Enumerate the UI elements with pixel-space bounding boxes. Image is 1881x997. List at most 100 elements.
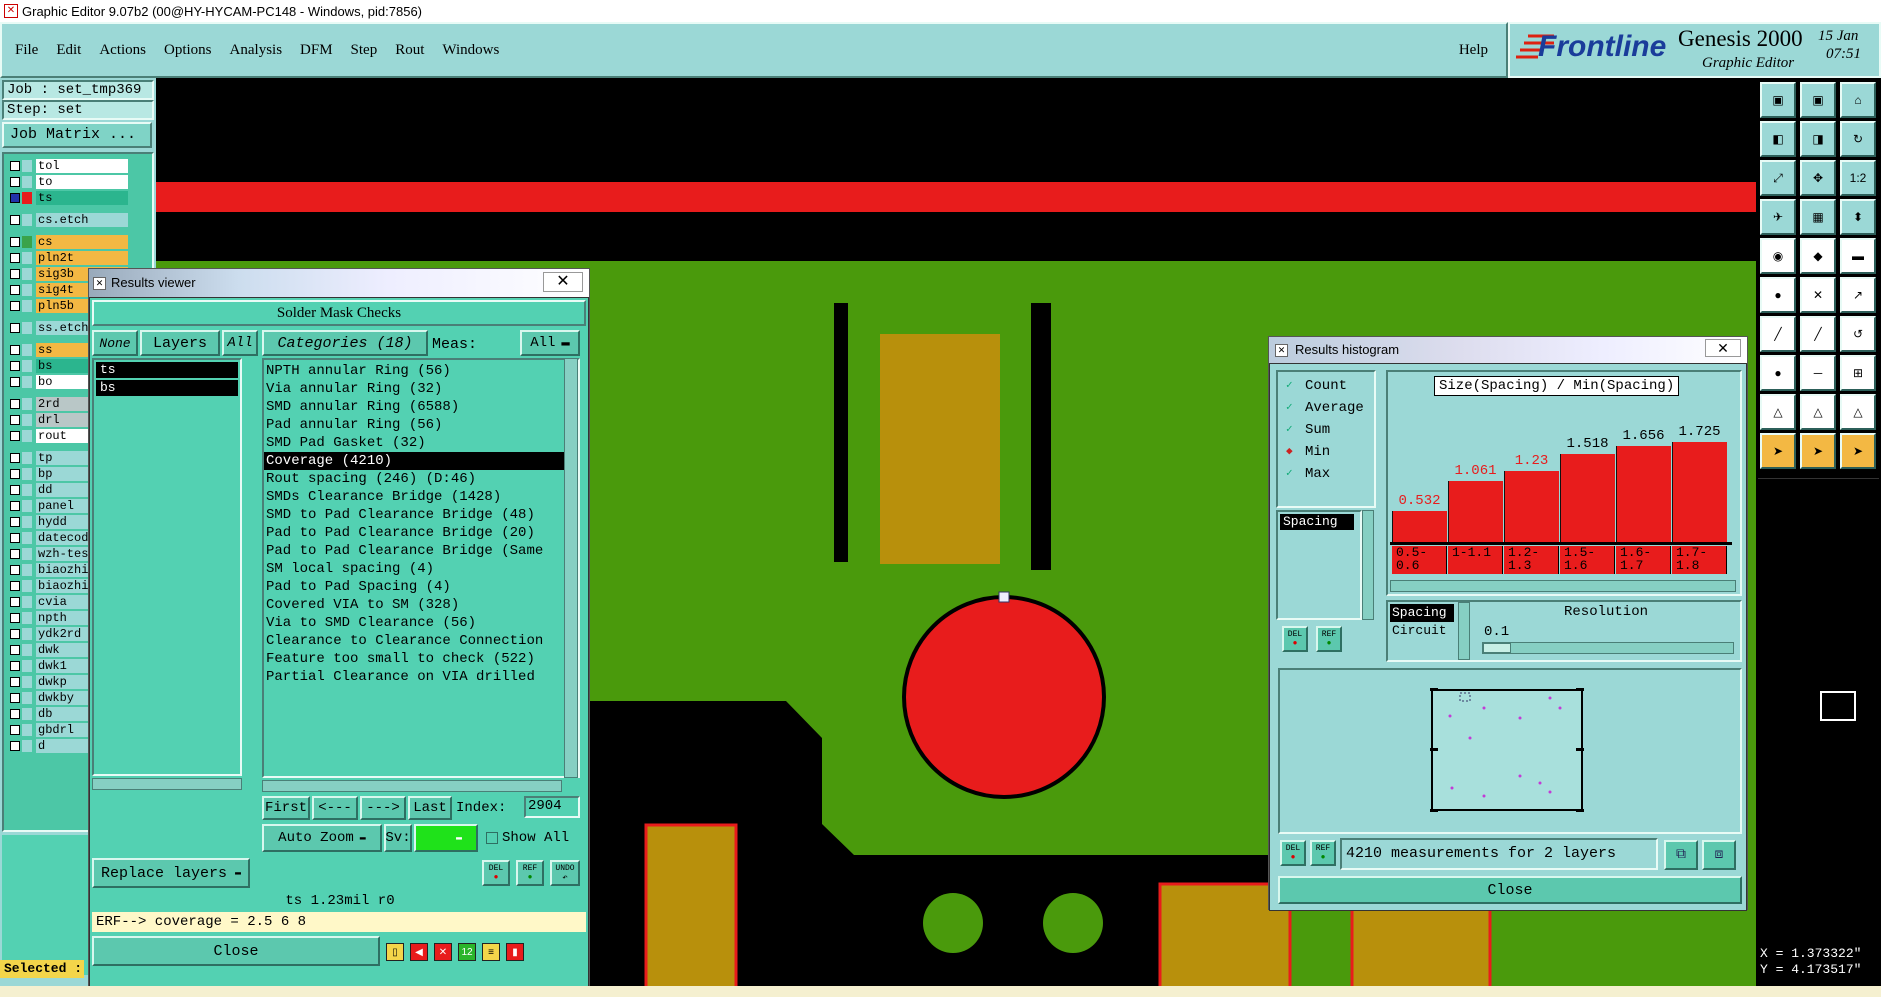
category-item[interactable]: Coverage (4210) bbox=[264, 452, 578, 470]
layer-checkbox[interactable] bbox=[10, 160, 20, 171]
menu-analysis[interactable]: Analysis bbox=[230, 42, 283, 59]
del-button[interactable]: DEL ● bbox=[482, 860, 510, 886]
histogram-bar[interactable] bbox=[1560, 454, 1615, 542]
layer-checkbox[interactable] bbox=[10, 644, 20, 655]
draw-icon[interactable]: ◆ bbox=[1800, 238, 1836, 274]
layer-checkbox[interactable] bbox=[10, 236, 20, 247]
category-item[interactable]: Pad to Pad Clearance Bridge (Same bbox=[264, 542, 578, 560]
cross-icon[interactable]: ✕ bbox=[434, 943, 452, 961]
layer-color-swatch[interactable] bbox=[22, 659, 32, 672]
layer-checkbox[interactable] bbox=[10, 628, 20, 639]
layers-button[interactable]: Layers bbox=[140, 330, 220, 356]
layer-checkbox[interactable] bbox=[10, 284, 20, 295]
auto-zoom-dropdown[interactable]: Auto Zoom ▬ bbox=[262, 824, 382, 852]
select-icon[interactable]: ➤ bbox=[1760, 433, 1796, 469]
preview-del-button[interactable]: DEL ● bbox=[1280, 840, 1306, 866]
category-item[interactable]: Rout spacing (246) (D:46) bbox=[264, 470, 578, 488]
stat-option-count[interactable]: ✓ Count bbox=[1286, 378, 1347, 394]
result-layer-bs[interactable]: bs bbox=[96, 380, 238, 396]
report-icon[interactable]: ≡ bbox=[482, 943, 500, 961]
histogram-icon[interactable]: ▮ bbox=[506, 943, 524, 961]
none-button[interactable]: None bbox=[92, 330, 138, 356]
category-item[interactable]: SMD annular Ring (6588) bbox=[264, 398, 578, 416]
window-titlebar[interactable]: ✕ Graphic Editor 9.07b2 (00@HY-HYCAM-PC1… bbox=[0, 0, 1881, 22]
layer-color-swatch[interactable] bbox=[22, 299, 32, 312]
category-item[interactable]: SMDs Clearance Bridge (1428) bbox=[264, 488, 578, 506]
close-icon[interactable]: ✕ bbox=[1705, 339, 1741, 357]
histogram-close-button[interactable]: Close bbox=[1278, 876, 1742, 904]
layer-color-swatch[interactable] bbox=[22, 429, 32, 442]
hist-del-button[interactable]: DEL ● bbox=[1282, 626, 1308, 652]
camera-icon[interactable]: ◉ bbox=[1760, 238, 1796, 274]
screen-icon[interactable]: ▯ bbox=[386, 943, 404, 961]
layer-checkbox[interactable] bbox=[10, 192, 20, 203]
layer-color-swatch[interactable] bbox=[22, 343, 32, 356]
slider-thumb[interactable] bbox=[1483, 643, 1511, 653]
measure-icon[interactable]: ⬍ bbox=[1840, 199, 1876, 235]
first-button[interactable]: First bbox=[262, 796, 310, 820]
layer-color-swatch[interactable] bbox=[22, 321, 32, 334]
histogram-bar[interactable] bbox=[1616, 446, 1671, 542]
layer-checkbox[interactable] bbox=[10, 548, 20, 559]
layer-checkbox[interactable] bbox=[10, 268, 20, 279]
layer-row-pln2t[interactable]: pln2t bbox=[10, 250, 128, 265]
undo-button[interactable]: UNDO ↶ bbox=[550, 860, 580, 886]
layer-color-swatch[interactable] bbox=[22, 451, 32, 464]
chart-hscroll[interactable] bbox=[1390, 580, 1736, 592]
slash-icon[interactable]: ╱ bbox=[1800, 316, 1836, 352]
menu-step[interactable]: Step bbox=[351, 42, 378, 59]
layer-color-swatch[interactable] bbox=[22, 159, 32, 172]
layer-checkbox[interactable] bbox=[10, 516, 20, 527]
delete-icon[interactable]: ◀ bbox=[410, 943, 428, 961]
menu-options[interactable]: Options bbox=[164, 42, 212, 59]
all-layers-button[interactable]: All bbox=[222, 330, 258, 356]
param-scrollbar[interactable] bbox=[1362, 510, 1374, 620]
layer-color-swatch[interactable] bbox=[22, 175, 32, 188]
layer-checkbox[interactable] bbox=[10, 580, 20, 591]
grid-icon[interactable]: ▦ bbox=[1800, 199, 1836, 235]
node-icon[interactable]: ● bbox=[1760, 277, 1796, 313]
next-button[interactable]: ---> bbox=[360, 796, 406, 820]
home-icon[interactable]: ▣ bbox=[1800, 82, 1836, 118]
layer-color-swatch[interactable] bbox=[22, 375, 32, 388]
param-spacing[interactable]: Spacing bbox=[1280, 514, 1354, 530]
menu-actions[interactable]: Actions bbox=[99, 42, 146, 59]
layer-row-ts[interactable]: ts bbox=[10, 190, 128, 205]
layer-checkbox[interactable] bbox=[10, 596, 20, 607]
category-item[interactable]: Feature too small to check (522) bbox=[264, 650, 578, 668]
menu-help[interactable]: Help bbox=[1459, 42, 1488, 59]
stat-option-sum[interactable]: ✓ Sum bbox=[1286, 422, 1330, 438]
stat-option-max[interactable]: ✓ Max bbox=[1286, 466, 1330, 482]
index-input[interactable]: 2904 bbox=[524, 796, 580, 818]
fit-icon[interactable]: ⧈ bbox=[1702, 840, 1736, 870]
results-viewer-titlebar[interactable]: ✕ Results viewer ✕ bbox=[89, 269, 589, 297]
triangle-outline-icon[interactable]: △ bbox=[1800, 394, 1836, 430]
layer-checkbox[interactable] bbox=[10, 692, 20, 703]
layer-row-tol[interactable]: tol bbox=[10, 158, 128, 173]
layer-checkbox[interactable] bbox=[10, 468, 20, 479]
layer-checkbox[interactable] bbox=[10, 564, 20, 575]
layer-color-swatch[interactable] bbox=[22, 611, 32, 624]
layer-checkbox[interactable] bbox=[10, 322, 20, 333]
category-item[interactable]: Pad annular Ring (56) bbox=[264, 416, 578, 434]
layer-color-swatch[interactable] bbox=[22, 515, 32, 528]
layer-checkbox[interactable] bbox=[10, 484, 20, 495]
preview-ref-button[interactable]: REF ● bbox=[1310, 840, 1336, 866]
layer-color-swatch[interactable] bbox=[22, 213, 32, 226]
category-item[interactable]: SMD Pad Gasket (32) bbox=[264, 434, 578, 452]
histogram-titlebar[interactable]: ✕ Results histogram ✕ bbox=[1269, 337, 1747, 363]
stat-option-average[interactable]: ✓ Average bbox=[1286, 400, 1364, 416]
layer-color-swatch[interactable] bbox=[22, 707, 32, 720]
category-item[interactable]: SM local spacing (4) bbox=[264, 560, 578, 578]
category-item[interactable]: Via annular Ring (32) bbox=[264, 380, 578, 398]
layer-checkbox[interactable] bbox=[10, 398, 20, 409]
replace-layers-dropdown[interactable]: Replace layers ▬ bbox=[92, 858, 250, 888]
histogram-bar[interactable] bbox=[1392, 511, 1447, 542]
snap-icon[interactable]: ⊞ bbox=[1840, 355, 1876, 391]
job-matrix-button[interactable]: Job Matrix ... bbox=[2, 122, 152, 148]
layer-checkbox[interactable] bbox=[10, 532, 20, 543]
layer-color-swatch[interactable] bbox=[22, 235, 32, 248]
results-close-button[interactable]: Close bbox=[92, 936, 380, 966]
rotate-icon[interactable]: ↻ bbox=[1840, 121, 1876, 157]
category-item[interactable]: SMD to Pad Clearance Bridge (48) bbox=[264, 506, 578, 524]
